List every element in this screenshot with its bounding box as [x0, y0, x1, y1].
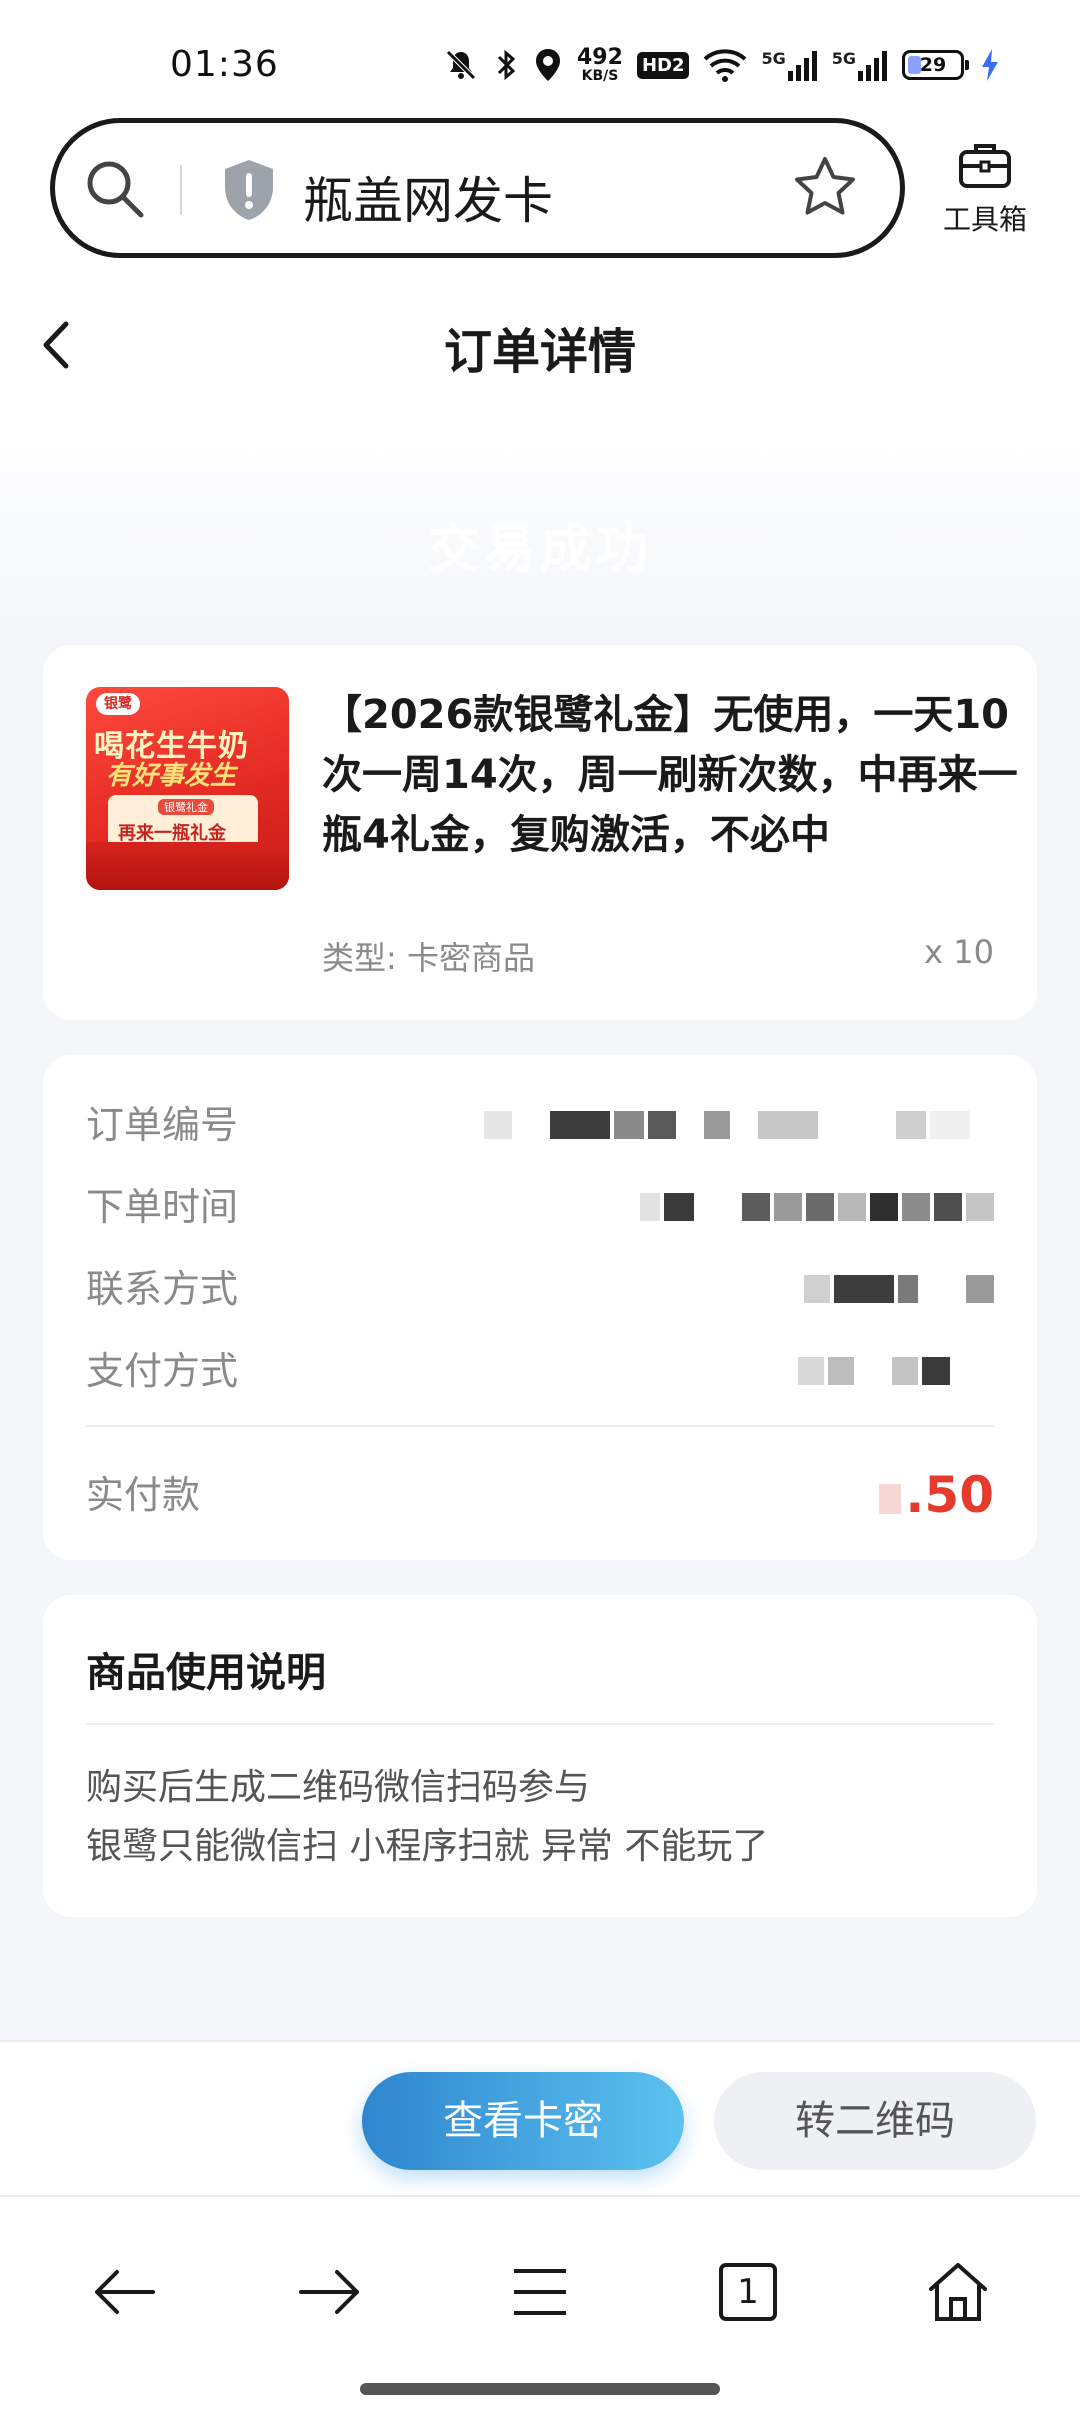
convert-qr-code-button[interactable]: 转二维码: [714, 2072, 1036, 2170]
star-icon[interactable]: [790, 153, 860, 227]
location-icon: [533, 47, 563, 83]
back-arrow-icon[interactable]: [84, 2252, 164, 2332]
status-bar: 01:36 492 KB/S HD2 5G 5G 29: [0, 0, 1080, 110]
info-row-contact: 联系方式: [86, 1259, 994, 1319]
thumbnail-brand: 银鹭: [96, 693, 140, 715]
status-icons: 492 KB/S HD2 5G 5G 29: [443, 40, 1000, 90]
bluetooth-icon: [493, 47, 519, 83]
order-status-text: 交易成功: [427, 520, 652, 580]
product-quantity: x 10: [924, 933, 994, 971]
view-card-secret-button[interactable]: 查看卡密: [362, 2072, 684, 2170]
security-warning-shield-icon[interactable]: [220, 157, 278, 227]
info-row-order-time: 下单时间: [86, 1177, 994, 1237]
forward-arrow-icon[interactable]: [290, 2252, 370, 2332]
usage-line-1: 购买后生成二维码微信扫码参与: [86, 1767, 591, 1808]
thumbnail-envelope-label: 银鹭礼金: [158, 799, 214, 815]
tabs-icon[interactable]: 1: [708, 2252, 788, 2332]
product-thumbnail[interactable]: 银鹭 喝花生牛奶 有好事发生 银鹭礼金 再来一瓶礼金 ¥4: [86, 687, 289, 890]
contact-label: 联系方式: [86, 1267, 239, 1311]
product-type-value: 卡密商品: [406, 939, 535, 977]
info-divider: [86, 1425, 994, 1427]
browser-toolbar: 瓶盖网发卡 工具箱: [0, 110, 1080, 270]
usage-divider: [86, 1723, 994, 1725]
page-header: 订单详情: [0, 270, 1080, 415]
info-row-payment-method: 支付方式: [86, 1341, 994, 1401]
page-title: 订单详情: [443, 324, 636, 380]
address-title[interactable]: 瓶盖网发卡: [303, 161, 553, 233]
paid-amount-label: 实付款: [86, 1473, 201, 1517]
home-icon[interactable]: [918, 2252, 998, 2332]
paid-amount-number: .50: [905, 1466, 994, 1524]
net-speed: 492 KB/S: [577, 45, 623, 84]
action-bar: 查看卡密 转二维码: [0, 2040, 1080, 2195]
mute-bell-icon: [443, 47, 479, 83]
charging-icon: [980, 47, 1000, 83]
product-type-label: 类型:: [322, 939, 397, 977]
contact-value-redacted: [804, 1269, 994, 1309]
toolbox-button[interactable]: 工具箱: [930, 140, 1040, 238]
menu-icon[interactable]: [500, 2252, 580, 2332]
payment-method-label: 支付方式: [86, 1349, 239, 1393]
browser-nav-bar: 1: [0, 2195, 1080, 2412]
search-icon[interactable]: [83, 157, 147, 225]
product-type: 类型: 卡密商品: [322, 933, 535, 979]
order-time-label: 下单时间: [86, 1185, 239, 1229]
order-number-label: 订单编号: [86, 1103, 239, 1147]
info-row-order-number: 订单编号: [86, 1095, 994, 1155]
order-status-banner: 交易成功: [0, 415, 1080, 645]
toolbox-label: 工具箱: [942, 203, 1027, 236]
status-time: 01:36: [170, 44, 279, 85]
address-bar[interactable]: 瓶盖网发卡: [50, 118, 905, 258]
home-indicator[interactable]: [360, 2383, 720, 2395]
toolbox-icon: [957, 140, 1013, 194]
usage-line-2: 银鹭只能微信扫 小程序扫就 异常 不能玩了: [86, 1826, 769, 1867]
usage-title: 商品使用说明: [86, 1650, 326, 1696]
payment-method-value-redacted: [798, 1351, 994, 1391]
thumbnail-red-pocket: [86, 842, 289, 890]
product-title: 【2026款银鹭礼金】无使用，一天10次一周14次，周一刷新次数，中再来一瓶4礼…: [322, 692, 1018, 858]
battery-icon: 29: [902, 50, 969, 80]
signal-5g-1: 5G: [761, 49, 817, 81]
wifi-icon: [703, 47, 747, 83]
order-number-value-redacted[interactable]: [484, 1105, 994, 1145]
order-time-value-redacted: [640, 1187, 994, 1227]
battery-level: 29: [919, 54, 947, 76]
hd-badge: HD2: [636, 51, 690, 79]
paid-amount-redacted: [879, 1483, 902, 1514]
net-speed-value: 492: [577, 45, 623, 70]
tabs-count: 1: [737, 2272, 759, 2312]
paid-amount-value: .50: [879, 1455, 994, 1535]
product-card[interactable]: 银鹭 喝花生牛奶 有好事发生 银鹭礼金 再来一瓶礼金 ¥4 【2026款银鹭礼金…: [43, 645, 1037, 1020]
address-divider: [180, 165, 182, 215]
net-speed-unit: KB/S: [581, 68, 619, 84]
order-info-card: 订单编号 下单时间 联系方式 支付方式 实付款 .50: [43, 1055, 1037, 1560]
thumbnail-subheadline: 有好事发生: [106, 761, 237, 791]
signal-5g-2: 5G: [832, 49, 888, 81]
usage-instructions-card: 商品使用说明 购买后生成二维码微信扫码参与 银鹭只能微信扫 小程序扫就 异常 不…: [43, 1595, 1037, 1917]
